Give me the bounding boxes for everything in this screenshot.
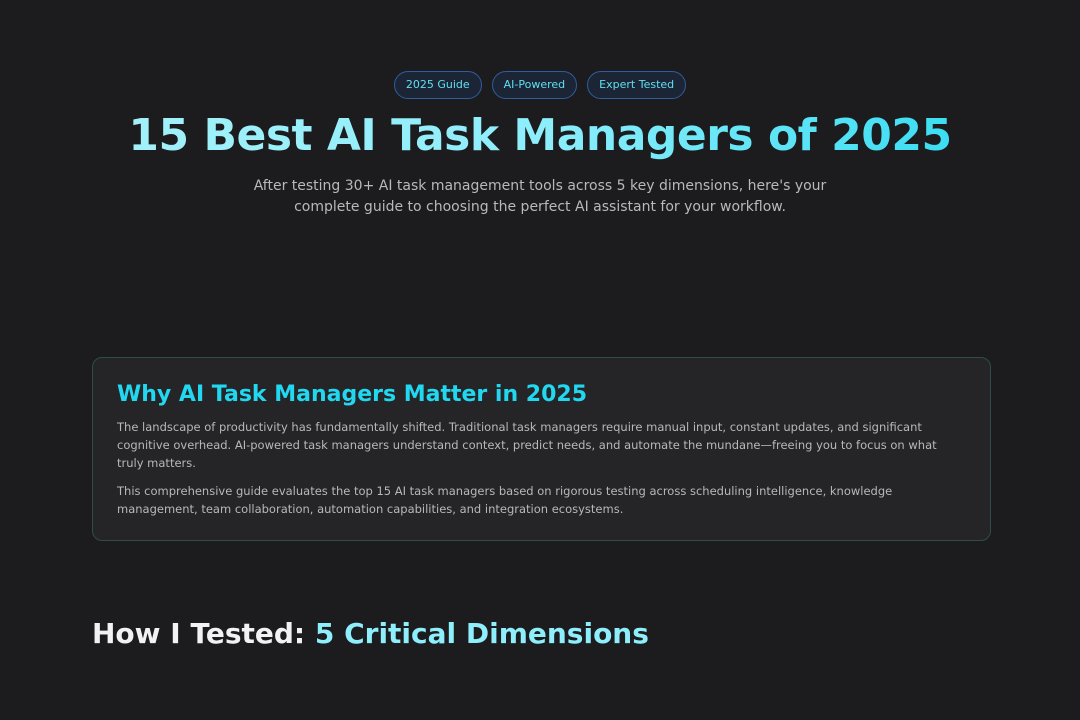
badge-ai-powered[interactable]: AI-Powered <box>491 71 578 99</box>
intro-paragraph: This comprehensive guide evaluates the t… <box>117 484 893 516</box>
section-heading: How I Tested: 5 Critical Dimensions <box>92 614 649 654</box>
page-subtitle: After testing 30+ AI task management too… <box>253 178 827 215</box>
badge-expert-tested[interactable]: Expert Tested <box>587 71 687 99</box>
page-title: 15 Best AI Task Managers of 2025 <box>0 106 1080 166</box>
section-heading-lead: How I Tested: <box>92 617 315 650</box>
intro-paragraph: The landscape of productivity has fundam… <box>117 420 937 470</box>
article-page: 2025 Guide AI-Powered Expert Tested 15 B… <box>0 0 1080 720</box>
badge-row: 2025 Guide AI-Powered Expert Tested <box>0 71 1080 99</box>
section-heading-accent: 5 Critical Dimensions <box>314 617 649 650</box>
intro-card-title: Why AI Task Managers Matter in 2025 <box>117 382 588 407</box>
intro-card: Why AI Task Managers Matter in 2025 The … <box>92 357 991 541</box>
badge-2025-guide[interactable]: 2025 Guide <box>393 71 482 99</box>
